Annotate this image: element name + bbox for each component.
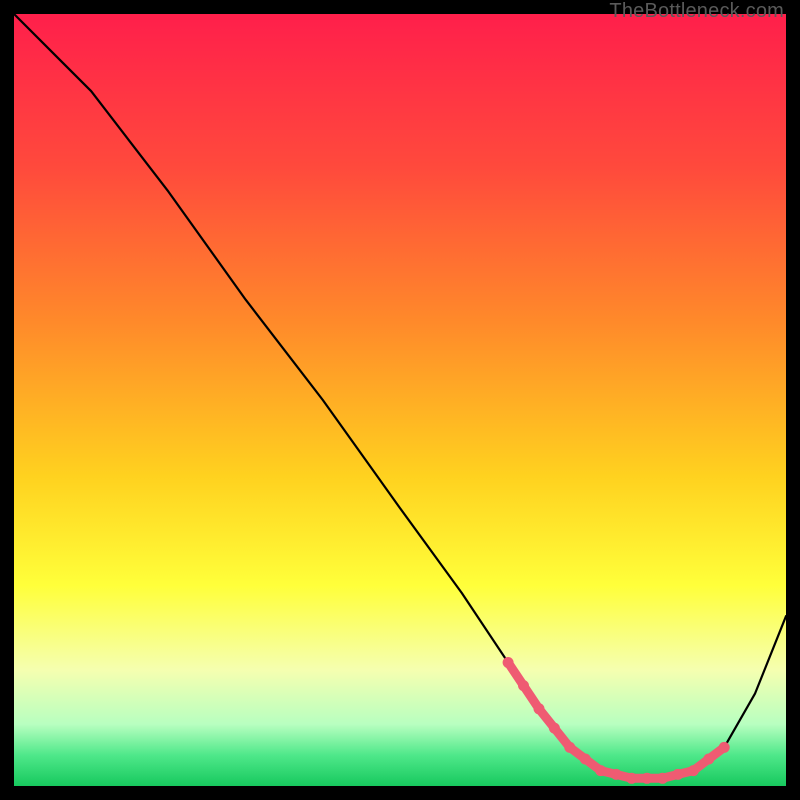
- optimal-marker-dot: [534, 703, 545, 714]
- chart-frame: [14, 14, 786, 786]
- watermark-text: TheBottleneck.com: [609, 0, 784, 23]
- optimal-marker-dot: [611, 769, 622, 780]
- optimal-marker-dot: [549, 723, 560, 734]
- optimal-marker-dot: [580, 754, 591, 765]
- optimal-marker-dot: [503, 657, 514, 668]
- optimal-marker-dot: [518, 680, 529, 691]
- optimal-marker-dot: [672, 769, 683, 780]
- gradient-background: [14, 14, 786, 786]
- optimal-marker-dot: [595, 765, 606, 776]
- optimal-marker-dot: [688, 765, 699, 776]
- optimal-marker-dot: [564, 742, 575, 753]
- optimal-marker-dot: [703, 754, 714, 765]
- bottleneck-chart: [14, 14, 786, 786]
- optimal-marker-dot: [626, 773, 637, 784]
- optimal-marker-dot: [719, 742, 730, 753]
- optimal-marker-dot: [657, 773, 668, 784]
- optimal-marker-dot: [642, 773, 653, 784]
